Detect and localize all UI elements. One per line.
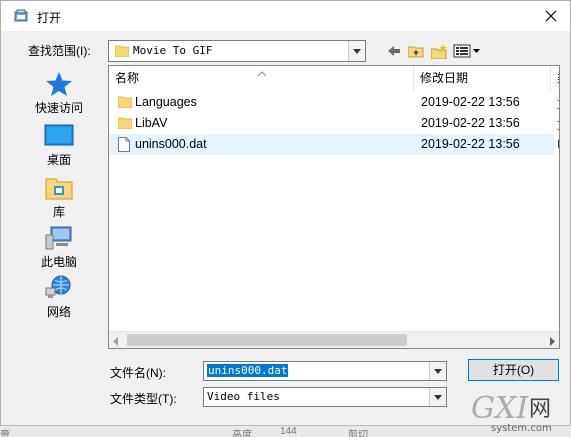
list-header: 名称 修改日期 类: [109, 66, 559, 91]
list-row-folder[interactable]: LibAV 2019-02-22 13:56 文: [109, 113, 559, 134]
file-name: Languages: [135, 95, 197, 109]
place-this-pc[interactable]: 此电脑: [19, 225, 99, 270]
file-date: 2019-02-22 13:56: [421, 116, 520, 130]
file-name: unins000.dat: [135, 137, 207, 151]
background-height-label: 高度: [232, 430, 252, 437]
back-button[interactable]: [385, 41, 403, 61]
up-folder-icon: [408, 46, 424, 58]
view-menu-button[interactable]: [452, 41, 482, 61]
filename-input[interactable]: unins000.dat: [203, 361, 447, 381]
folder-icon: [117, 95, 133, 111]
place-library[interactable]: 库: [19, 175, 99, 220]
filetype-dropdown-button[interactable]: [429, 388, 446, 406]
watermark-logo: GXI 网 system.com: [469, 386, 569, 436]
file-date: 2019-02-22 13:56: [421, 137, 520, 151]
chevron-down-icon: [353, 48, 361, 54]
folder-icon: [114, 44, 130, 60]
lookin-dropdown-button[interactable]: [348, 41, 365, 61]
filetype-value: Video files: [207, 390, 280, 403]
library-icon: [45, 178, 73, 200]
computer-icon: [45, 226, 72, 250]
back-arrow-icon: [388, 46, 400, 56]
place-network[interactable]: 网络: [19, 275, 99, 320]
dialog-title: 打开: [37, 11, 62, 25]
close-button[interactable]: [540, 5, 562, 27]
new-folder-button[interactable]: [429, 41, 449, 61]
file-type: D: [557, 137, 559, 151]
svg-text:网: 网: [529, 397, 551, 422]
file-type: 文: [557, 95, 559, 112]
svg-text:system.com: system.com: [491, 423, 552, 434]
star-icon: [46, 72, 72, 96]
filename-value: unins000.dat: [207, 364, 289, 377]
place-label: 桌面: [46, 153, 71, 167]
file-date: 2019-02-22 13:56: [421, 95, 520, 109]
file-type: 文: [557, 116, 559, 133]
filetype-label: 文件类型(T):: [110, 392, 177, 406]
place-quick-access[interactable]: 快速访问: [19, 71, 99, 116]
scroll-right-icon[interactable]: [549, 335, 555, 348]
close-icon: [545, 10, 557, 22]
sort-up-icon: [257, 66, 267, 80]
filetype-select[interactable]: Video files: [203, 387, 447, 407]
chevron-down-icon: [434, 368, 442, 374]
background-height-value: 144: [280, 426, 297, 437]
place-label: 此电脑: [40, 255, 77, 269]
background-text: 赍: [0, 430, 10, 437]
app-icon: [14, 9, 28, 23]
places-bar: 快速访问 桌面 库 此电脑 网络: [19, 67, 99, 327]
place-label: 快速访问: [34, 101, 83, 115]
place-label: 网络: [46, 305, 71, 319]
scroll-left-icon[interactable]: [113, 335, 119, 348]
place-desktop[interactable]: 桌面: [19, 123, 99, 168]
open-button[interactable]: 打开(O): [468, 359, 559, 381]
desktop-icon: [44, 124, 74, 146]
background-crop-label: 剪切: [348, 430, 368, 437]
folder-icon: [117, 116, 133, 132]
open-file-dialog: 打开 查找范围(I): Movie To GIF 快速访问 桌面 库 此电脑 网…: [0, 0, 571, 437]
title-bar[interactable]: 打开: [1, 1, 570, 31]
chevron-down-icon: [434, 394, 442, 400]
new-folder-icon: [430, 43, 447, 59]
svg-text:GXI: GXI: [471, 391, 529, 426]
filename-dropdown-button[interactable]: [429, 362, 446, 380]
list-row-folder[interactable]: Languages 2019-02-22 13:56 文: [109, 92, 559, 113]
network-icon: [45, 275, 71, 298]
filename-label: 文件名(N):: [110, 366, 166, 380]
lookin-label: 查找范围(I):: [28, 44, 91, 58]
horizontal-scrollbar[interactable]: [109, 331, 559, 348]
lookin-combo[interactable]: Movie To GIF: [108, 40, 366, 62]
column-header-type[interactable]: 类: [551, 66, 559, 91]
place-label: 库: [52, 205, 65, 219]
file-name: LibAV: [135, 116, 168, 130]
lookin-value: Movie To GIF: [133, 44, 213, 57]
up-folder-button[interactable]: [406, 41, 426, 61]
document-icon: [118, 137, 130, 155]
column-header-date[interactable]: 修改日期: [414, 66, 550, 91]
scrollbar-thumb[interactable]: [127, 334, 407, 346]
view-grid-icon: [453, 44, 480, 58]
list-row-file[interactable]: unins000.dat 2019-02-22 13:56 D: [109, 134, 559, 155]
file-list[interactable]: 名称 修改日期 类 Languages 2019-02-22 13:56 文 L…: [108, 65, 560, 349]
